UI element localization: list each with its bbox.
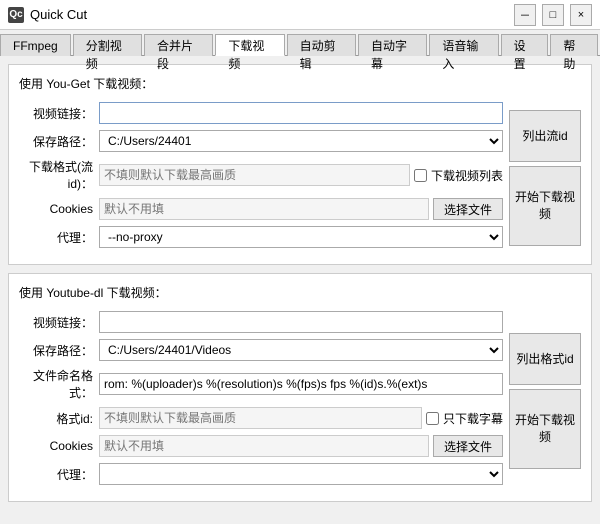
youget-url-label: 视频链接： (19, 105, 99, 122)
tab-help[interactable]: 帮助 (550, 34, 598, 56)
youget-save-select[interactable]: C:/Users/24401 (99, 130, 503, 152)
ytdl-url-input[interactable] (99, 311, 503, 333)
youget-form: 视频链接： 保存路径： C:/Users/24401 下载格式(流id)： 下载… (19, 102, 503, 254)
youget-cookies-input[interactable] (99, 198, 429, 220)
tab-ffmpeg[interactable]: FFmpeg (0, 34, 71, 56)
ytdl-title: 使用 Youtube-dl 下载视频： (19, 284, 581, 301)
youget-proxy-row: 代理： --no-proxy (19, 226, 503, 248)
youget-url-input[interactable] (99, 102, 503, 124)
ytdl-cookies-input[interactable] (99, 435, 429, 457)
ytdl-side-buttons: 列出格式id 开始下载视频 (509, 311, 581, 491)
ytdl-url-label: 视频链接： (19, 314, 99, 331)
ytdl-filename-row: 文件命名格式： (19, 367, 503, 401)
youget-inner: 视频链接： 保存路径： C:/Users/24401 下载格式(流id)： 下载… (19, 102, 581, 254)
youget-list-id-btn[interactable]: 列出流id (509, 110, 581, 162)
ytdl-filename-input[interactable] (99, 373, 503, 395)
ytdl-proxy-select[interactable] (99, 463, 503, 485)
ytdl-form: 视频链接： 保存路径： C:/Users/24401/Videos 文件命名格式… (19, 311, 503, 491)
youget-title: 使用 You-Get 下载视频： (19, 75, 581, 92)
main-content: 使用 You-Get 下载视频： 视频链接： 保存路径： C:/Users/24… (0, 56, 600, 502)
tab-settings[interactable]: 设置 (501, 34, 549, 56)
youget-save-row: 保存路径： C:/Users/24401 (19, 130, 503, 152)
tab-auto-subtitle[interactable]: 自动字幕 (358, 34, 427, 56)
youget-cookies-row: Cookies 选择文件 (19, 198, 503, 220)
youget-side-buttons: 列出流id 开始下载视频 (509, 102, 581, 254)
maximize-button[interactable]: □ (542, 4, 564, 26)
tab-bar: FFmpeg 分割视频 合并片段 下载视频 自动剪辑 自动字幕 语音输入 设置 … (0, 30, 600, 56)
ytdl-format-input[interactable] (99, 407, 422, 429)
youget-start-download-btn[interactable]: 开始下载视频 (509, 166, 581, 246)
ytdl-save-label: 保存路径： (19, 342, 99, 359)
youget-format-row: 下载格式(流id)： 下载视频列表 (19, 158, 503, 192)
youget-cookies-label: Cookies (19, 202, 99, 216)
youget-proxy-label: 代理： (19, 229, 99, 246)
youget-format-label: 下载格式(流id)： (19, 158, 99, 192)
minimize-button[interactable]: － (514, 4, 536, 26)
ytdl-filename-label: 文件命名格式： (19, 367, 99, 401)
ytdl-format-label: 格式id: (19, 410, 99, 427)
tab-auto-cut[interactable]: 自动剪辑 (287, 34, 356, 56)
tab-download[interactable]: 下载视频 (215, 34, 284, 56)
tab-merge[interactable]: 合并片段 (144, 34, 213, 56)
ytdl-proxy-row: 代理： (19, 463, 503, 485)
ytdl-list-format-btn[interactable]: 列出格式id (509, 333, 581, 385)
youget-section: 使用 You-Get 下载视频： 视频链接： 保存路径： C:/Users/24… (8, 64, 592, 265)
ytdl-start-download-btn[interactable]: 开始下载视频 (509, 389, 581, 469)
youget-download-list-label: 下载视频列表 (431, 167, 503, 184)
title-bar: Qc Quick Cut － □ × (0, 0, 600, 30)
window-controls: － □ × (514, 4, 592, 26)
youget-save-label: 保存路径： (19, 133, 99, 150)
ytdl-save-row: 保存路径： C:/Users/24401/Videos (19, 339, 503, 361)
tab-voice-input[interactable]: 语音输入 (429, 34, 498, 56)
app-title: Quick Cut (30, 7, 514, 22)
ytdl-url-row: 视频链接： (19, 311, 503, 333)
ytdl-proxy-label: 代理： (19, 466, 99, 483)
app-icon: Qc (8, 7, 24, 23)
ytdl-format-row: 格式id: 只下载字幕 (19, 407, 503, 429)
youget-proxy-select[interactable]: --no-proxy (99, 226, 503, 248)
tab-split[interactable]: 分割视频 (73, 34, 142, 56)
ytdl-choose-file-btn[interactable]: 选择文件 (433, 435, 503, 457)
ytdl-subtitle-only-label: 只下载字幕 (443, 410, 503, 427)
youget-download-list-checkbox[interactable] (414, 169, 427, 182)
ytdl-inner: 视频链接： 保存路径： C:/Users/24401/Videos 文件命名格式… (19, 311, 581, 491)
ytdl-cookies-row: Cookies 选择文件 (19, 435, 503, 457)
youget-choose-file-btn[interactable]: 选择文件 (433, 198, 503, 220)
ytdl-cookies-label: Cookies (19, 439, 99, 453)
youget-url-row: 视频链接： (19, 102, 503, 124)
close-button[interactable]: × (570, 4, 592, 26)
ytdl-save-select[interactable]: C:/Users/24401/Videos (99, 339, 503, 361)
ytdl-subtitle-only-checkbox[interactable] (426, 412, 439, 425)
youget-format-input[interactable] (99, 164, 410, 186)
ytdl-section: 使用 Youtube-dl 下载视频： 视频链接： 保存路径： C:/Users… (8, 273, 592, 502)
